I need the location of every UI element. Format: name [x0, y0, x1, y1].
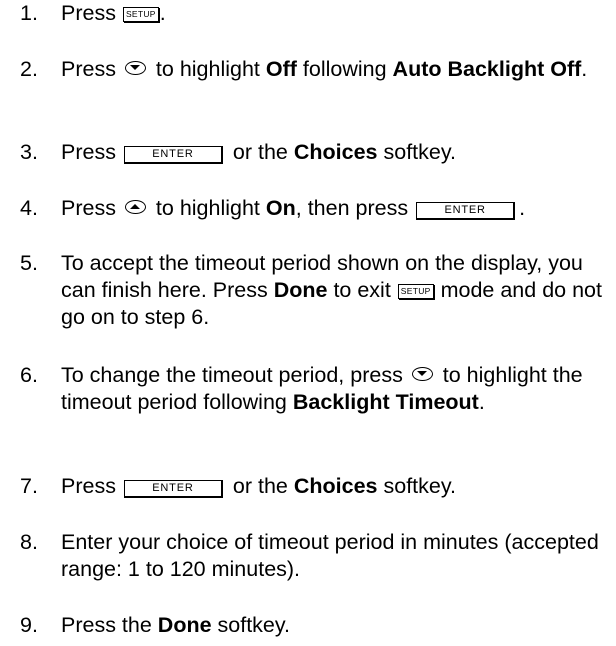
- bold-term: Choices: [293, 140, 378, 164]
- step-text: To change the timeout period, press to h…: [61, 362, 616, 416]
- step-number: 3.: [20, 140, 38, 164]
- bold-term: Choices: [293, 474, 378, 498]
- step-text-run: .: [519, 196, 526, 220]
- bold-term: Off: [265, 57, 297, 81]
- step-text-run: Press: [61, 196, 122, 220]
- step-text-run: .: [478, 390, 485, 414]
- setup-key-icon: SETUP: [122, 7, 159, 22]
- step-number: 5.: [20, 251, 38, 275]
- step-text-run: to highlight: [149, 196, 266, 220]
- step-text-run: To change the timeout period, press: [61, 363, 409, 387]
- step-text: Press to highlight On, then press ENTER.: [61, 195, 616, 222]
- step-text-run: Press: [61, 140, 122, 164]
- step-text-run: softkey.: [377, 474, 456, 498]
- step-number: 7.: [20, 474, 38, 498]
- step-text-run: to highlight: [149, 57, 266, 81]
- step-text: Press ENTER or the Choices softkey.: [61, 139, 616, 166]
- step-number: 2.: [20, 57, 38, 81]
- step-text: Press ENTER or the Choices softkey.: [61, 473, 616, 500]
- steps-list: 1. Press SETUP. 2. Press to highlight Of…: [0, 0, 616, 646]
- step-number: 8.: [20, 530, 38, 554]
- step-text-run: following: [296, 57, 393, 81]
- step-text-run: softkey.: [211, 613, 291, 637]
- step-text-run: Press the: [61, 613, 158, 637]
- step-text-run: softkey.: [377, 140, 456, 164]
- step-text-run: or the: [226, 140, 294, 164]
- up-arrow-key-icon: [124, 200, 146, 214]
- enter-key-icon: ENTER: [416, 202, 516, 220]
- step-text-run: or the: [226, 474, 294, 498]
- enter-key-icon: ENTER: [123, 480, 223, 498]
- bold-term: Done: [273, 278, 328, 302]
- step-text-run: Press: [61, 1, 122, 25]
- down-arrow-key-icon: [124, 61, 146, 75]
- step-text: Enter your choice of timeout period in m…: [61, 529, 616, 583]
- step-text: Press SETUP.: [61, 0, 616, 27]
- step-text: Press the Done softkey.: [61, 612, 616, 639]
- setup-key-icon: SETUP: [397, 284, 434, 299]
- step-number: 9.: [20, 613, 38, 637]
- step-text-run: to exit: [327, 278, 397, 302]
- bold-term: On: [265, 196, 296, 220]
- step-number: 1.: [20, 1, 38, 25]
- step-text-run: .: [159, 1, 166, 25]
- step-text-run: .: [581, 57, 588, 81]
- step-text: To accept the timeout period shown on th…: [61, 250, 616, 331]
- step-text-run: Press: [61, 474, 122, 498]
- bold-term: Done: [157, 613, 212, 637]
- step-text-run: Press: [61, 57, 122, 81]
- step-number: 6.: [20, 363, 38, 387]
- down-arrow-key-icon: [411, 367, 433, 381]
- enter-key-icon: ENTER: [123, 146, 223, 164]
- step-number: 4.: [20, 196, 38, 220]
- step-text-run: Enter your choice of timeout period in m…: [61, 530, 599, 581]
- bold-term: Auto Backlight Off: [392, 57, 582, 81]
- step-text-run: , then press: [295, 196, 415, 220]
- step-text: Press to highlight Off following Auto Ba…: [61, 56, 616, 83]
- bold-term: Backlight Timeout: [292, 390, 479, 414]
